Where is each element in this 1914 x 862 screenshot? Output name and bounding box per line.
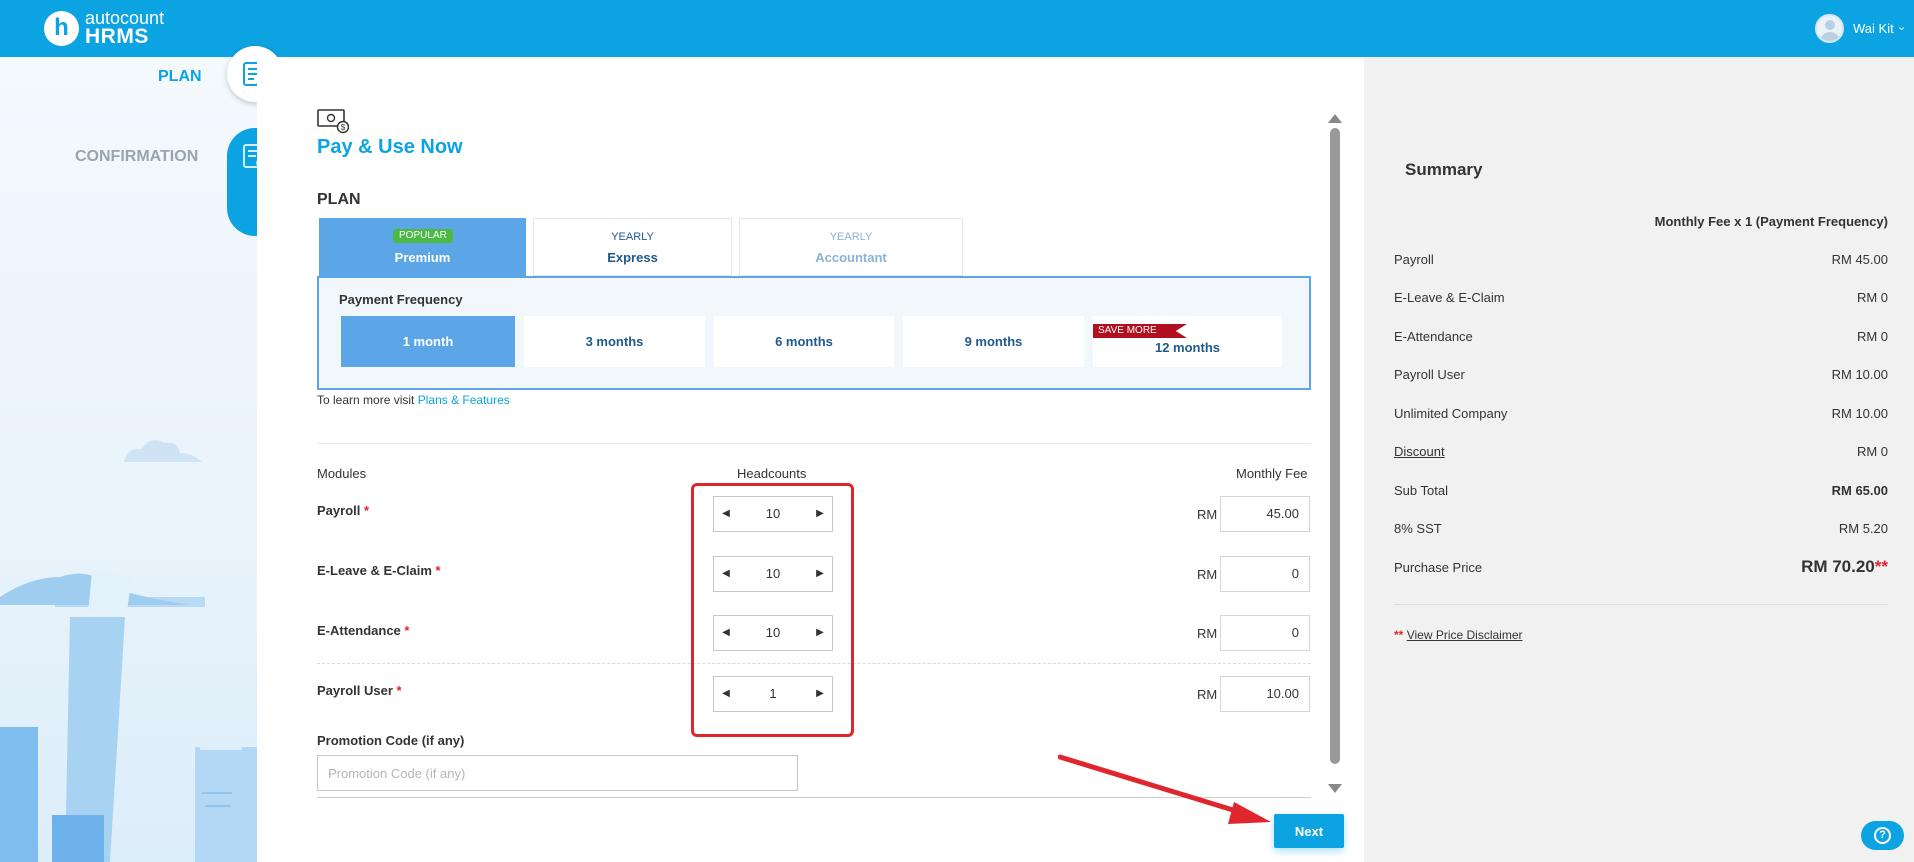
help-button[interactable]: ?: [1861, 821, 1904, 850]
payroll-user-fee-field: 10.00: [1220, 676, 1310, 712]
view-price-disclaimer-link[interactable]: View Price Disclaimer: [1407, 628, 1523, 642]
brand-name-line2: HRMS: [85, 25, 149, 48]
summary-row-subtotal: Sub Total RM 65.00: [1394, 483, 1888, 498]
currency-label: RM: [1197, 567, 1218, 582]
module-label-eattendance: E-Attendance *: [317, 623, 410, 638]
brand-logo-icon[interactable]: h: [44, 11, 79, 46]
summary-row-payroll-user: Payroll User RM 10.00: [1394, 367, 1888, 382]
plan-name: Accountant: [815, 250, 887, 265]
scrollbar[interactable]: [1330, 128, 1340, 764]
plan-name: Premium: [394, 250, 451, 265]
save-more-tag: SAVE MORE: [1093, 324, 1187, 338]
headcounts-column-header: Headcounts: [737, 466, 807, 481]
frequency-option-1-month[interactable]: 1 month: [341, 316, 515, 367]
summary-row-purchase-price: Purchase Price RM 70.20**: [1394, 557, 1888, 576]
promo-code-input[interactable]: [317, 755, 798, 791]
money-payment-icon: $: [317, 109, 349, 134]
headcounts-highlight-annotation: [691, 483, 854, 737]
frequency-option-9-months[interactable]: 9 months: [903, 316, 1084, 367]
promo-code-label: Promotion Code (if any): [317, 733, 465, 748]
plan-term: YEARLY: [611, 231, 654, 243]
plan-heading: PLAN: [317, 191, 361, 208]
plans-features-link[interactable]: Plans & Features: [418, 393, 510, 407]
next-button[interactable]: Next: [1274, 814, 1344, 848]
popular-badge: POPULAR: [393, 229, 453, 243]
plan-name: Express: [607, 250, 658, 265]
summary-frequency-label: Monthly Fee x 1 (Payment Frequency): [1654, 214, 1888, 229]
price-disclaimer: ** View Price Disclaimer: [1394, 628, 1523, 642]
top-bar: h autocount HRMS Wai Kit ⌄: [0, 0, 1914, 57]
summary-row-sst: 8% SST RM 5.20: [1394, 521, 1888, 536]
currency-label: RM: [1197, 507, 1218, 522]
plan-term: YEARLY: [829, 231, 873, 243]
currency-label: RM: [1197, 687, 1218, 702]
frequency-option-12-months-label[interactable]: 12 months: [1093, 340, 1282, 355]
summary-divider: [1394, 604, 1888, 605]
plan-tab-express[interactable]: YEARLY Express: [533, 218, 732, 276]
step-confirmation-label[interactable]: CONFIRMATION: [75, 148, 198, 166]
chevron-down-icon[interactable]: ⌄: [1897, 20, 1906, 33]
eattendance-fee-field: 0: [1220, 615, 1310, 651]
user-avatar[interactable]: [1815, 14, 1844, 43]
summary-row-eleave: E-Leave & E-Claim RM 0: [1394, 290, 1888, 305]
learn-more-text: To learn more visit Plans & Features: [317, 393, 510, 407]
step-panel: [0, 57, 257, 862]
summary-row-payroll: Payroll RM 45.00: [1394, 252, 1888, 267]
monthly-fee-column-header: Monthly Fee: [1236, 466, 1308, 481]
frequency-option-3-months[interactable]: 3 months: [524, 316, 705, 367]
summary-row-eattendance: E-Attendance RM 0: [1394, 329, 1888, 344]
payment-frequency-title: Payment Frequency: [339, 292, 463, 307]
scroll-up-arrow-icon[interactable]: [1328, 114, 1342, 123]
section-divider: [317, 443, 1311, 444]
summary-title: Summary: [1405, 160, 1483, 179]
user-menu-name[interactable]: Wai Kit: [1853, 21, 1894, 36]
city-illustration: [0, 440, 257, 862]
eleave-fee-field: 0: [1220, 556, 1310, 592]
svg-text:$: $: [341, 123, 346, 132]
module-label-payroll-user: Payroll User *: [317, 683, 402, 698]
frequency-option-6-months[interactable]: 6 months: [714, 316, 894, 367]
payroll-fee-field: 45.00: [1220, 496, 1310, 532]
help-icon: ?: [1874, 827, 1891, 844]
summary-row-unlimited-company: Unlimited Company RM 10.00: [1394, 406, 1888, 421]
discount-link[interactable]: Discount: [1394, 444, 1445, 459]
module-label-eleave-eclaim: E-Leave & E-Claim *: [317, 563, 441, 578]
summary-row-discount: Discount RM 0: [1394, 444, 1888, 459]
scroll-down-arrow-icon[interactable]: [1328, 784, 1342, 793]
arrow-annotation-icon: [1058, 754, 1271, 824]
currency-label: RM: [1197, 626, 1218, 641]
page-title: Pay & Use Now: [317, 136, 463, 158]
step-plan-label[interactable]: PLAN: [158, 68, 202, 86]
learn-more-label: To learn more visit: [317, 393, 415, 407]
module-label-payroll: Payroll *: [317, 503, 370, 518]
plan-tab-premium[interactable]: POPULAR Premium: [319, 218, 526, 276]
modules-column-header: Modules: [317, 466, 367, 481]
plan-tab-accountant[interactable]: YEARLY Accountant: [739, 218, 963, 276]
